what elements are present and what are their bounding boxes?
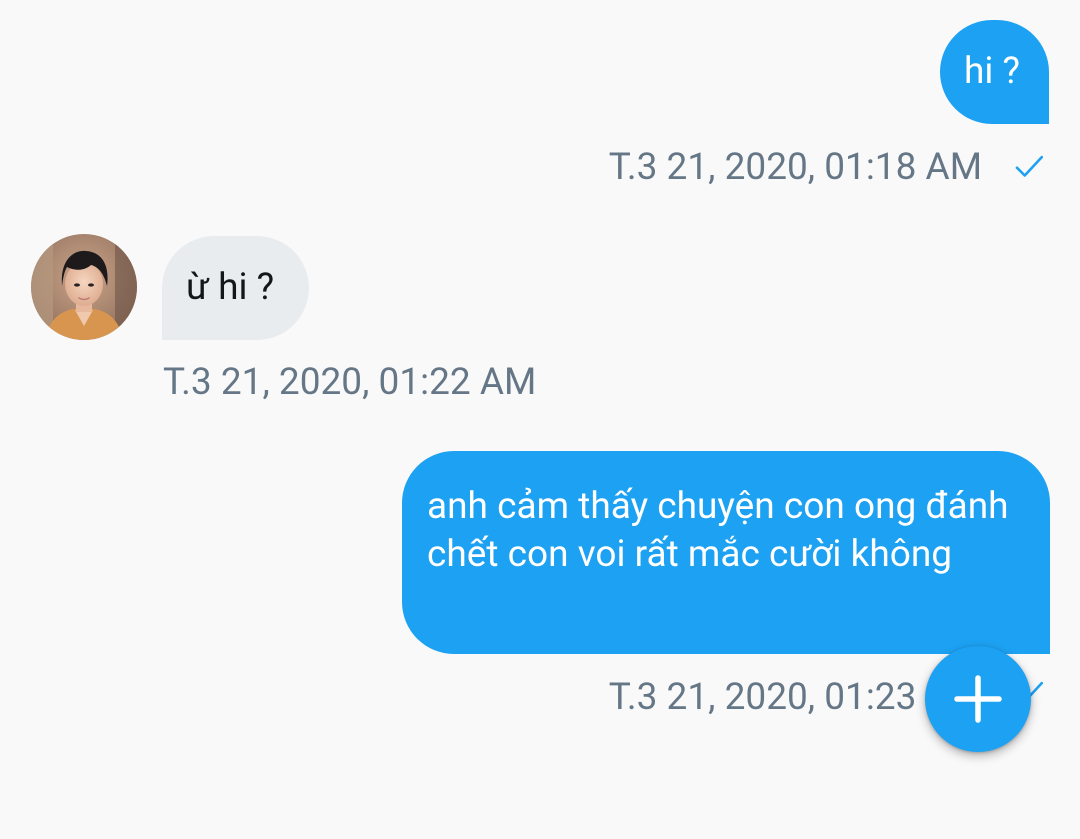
message-text: hi ?	[964, 50, 1021, 93]
avatar-image	[31, 234, 137, 340]
message-text: ừ hi ?	[186, 266, 275, 309]
new-message-fab[interactable]	[925, 646, 1031, 752]
conversation-view: hi ? T.3 21, 2020, 01:18 AM ừ hi ? T.3 2…	[0, 0, 1080, 839]
message-timestamp: T.3 21, 2020, 01:18 AM	[608, 146, 982, 189]
message-bubble-outgoing[interactable]: anh cảm thấy chuyện con ong đánh chết co…	[402, 451, 1050, 654]
message-text: anh cảm thấy chuyện con ong đánh chết co…	[427, 485, 1009, 576]
message-bubble-outgoing[interactable]: hi ?	[940, 20, 1049, 124]
message-bubble-incoming[interactable]: ừ hi ?	[162, 236, 309, 340]
message-timestamp: T.3 21, 2020, 01:22 AM	[163, 361, 537, 404]
user-avatar[interactable]	[31, 234, 137, 340]
plus-icon	[954, 675, 1002, 723]
check-icon	[1015, 155, 1044, 177]
